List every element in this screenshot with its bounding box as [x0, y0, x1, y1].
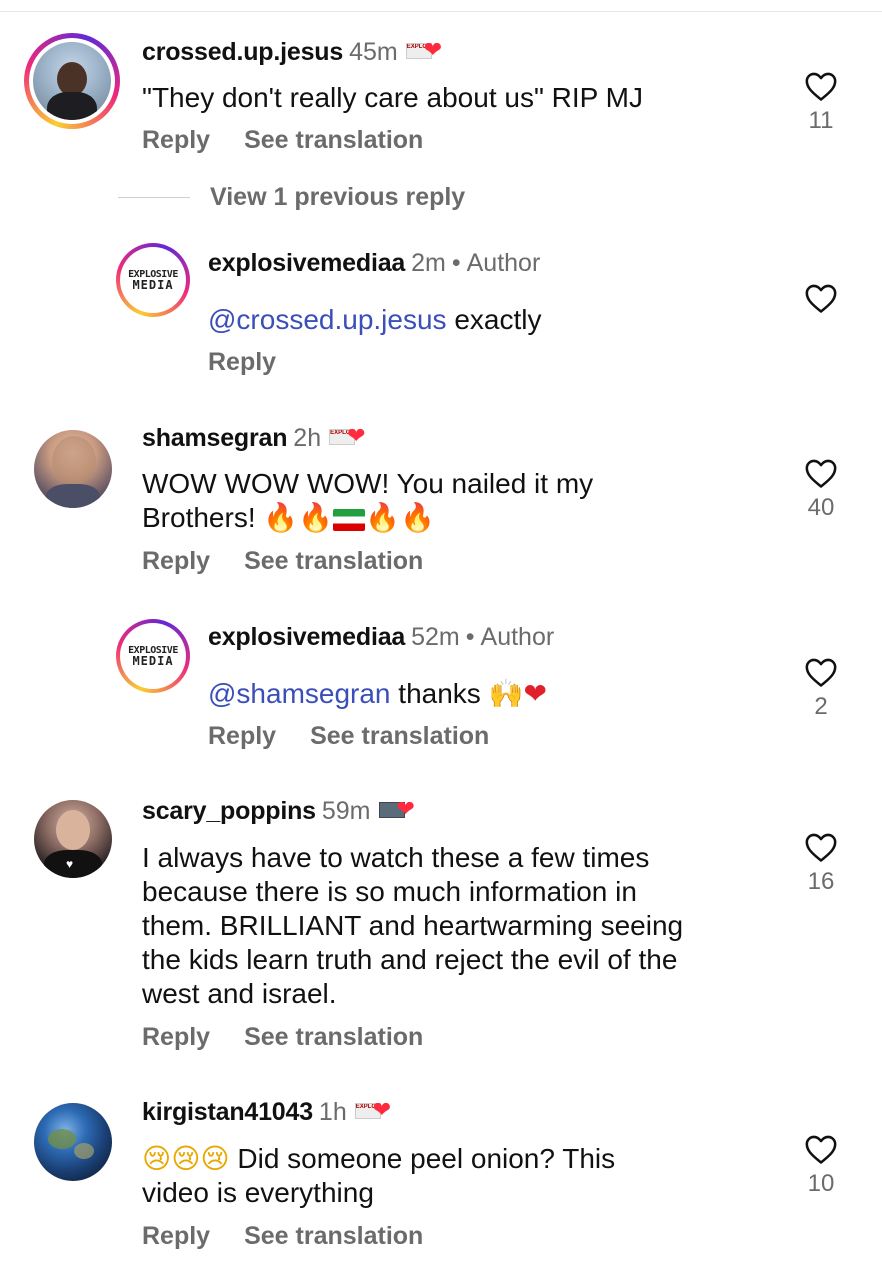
crying-face-emoji: 😢	[142, 1143, 172, 1174]
avatar-story-ring[interactable]	[24, 33, 120, 129]
heart-outline-icon	[805, 459, 837, 488]
comment-actions: Reply See translation	[142, 546, 457, 576]
liked-by-author-badge: EXPLOSIVE MEDIA❤	[405, 37, 443, 63]
like-count: 40	[807, 494, 835, 521]
comment-text: @shamsegran thanks 🙌❤	[208, 678, 547, 709]
like-button[interactable]: 16	[796, 831, 846, 897]
divider-line	[118, 197, 190, 198]
top-divider	[0, 11, 882, 12]
timestamp: 1h	[318, 1098, 347, 1126]
heart-outline-icon	[805, 658, 837, 687]
comment-actions: Reply See translation	[208, 721, 523, 751]
username[interactable]: scary_poppins	[142, 797, 316, 825]
username[interactable]: explosivemediaa	[208, 249, 405, 277]
avatar[interactable]	[34, 430, 112, 508]
view-previous-replies[interactable]: View 1 previous reply	[118, 183, 465, 212]
timestamp: 2m	[411, 249, 446, 277]
like-count: 10	[807, 1170, 835, 1197]
view-previous-label: View 1 previous reply	[210, 183, 466, 211]
fire-emoji: 🔥	[400, 502, 435, 533]
heart-icon: ❤	[372, 1097, 392, 1123]
see-translation-button[interactable]: See translation	[310, 722, 489, 750]
comment-text: I always have to watch these a few times…	[142, 842, 684, 1009]
timestamp: 52m	[411, 623, 460, 651]
timestamp: 59m	[321, 797, 371, 825]
fire-emoji: 🔥	[263, 502, 299, 533]
liked-by-author-badge: ❤	[378, 796, 425, 822]
username[interactable]: shamsegran	[142, 424, 287, 452]
comment-text: WOW WOW WOW! You nailed it my Brothers! …	[142, 468, 594, 533]
fire-emoji: 🔥	[365, 502, 401, 533]
comment-header: shamsegran2h EXPLOSIVE MEDIA❤	[142, 423, 375, 453]
comment-text: "They don't really care about us" RIP MJ	[142, 82, 643, 113]
reply-button[interactable]: Reply	[142, 1023, 210, 1051]
timestamp: 2h	[293, 424, 322, 452]
explosive-media-logo: EXPLOSIVE MEDIA	[128, 645, 178, 668]
like-count: 16	[807, 868, 835, 895]
see-translation-button[interactable]: See translation	[244, 1222, 423, 1250]
like-button[interactable]: 11	[796, 70, 846, 136]
avatar-story-ring[interactable]: EXPLOSIVE MEDIA	[116, 243, 190, 317]
iran-flag-emoji	[333, 508, 366, 531]
mention-link[interactable]: @crossed.up.jesus	[208, 304, 447, 335]
username[interactable]: kirgistan41043	[142, 1098, 313, 1126]
author-label: Author	[480, 623, 555, 651]
see-translation-button[interactable]: See translation	[244, 1023, 423, 1051]
heart-outline-icon	[805, 1135, 837, 1164]
liked-by-author-badge: EXPLOSIVE MEDIA❤	[329, 423, 366, 449]
comment-header: kirgistan410431h EXPLOSIVE MEDIA❤	[142, 1097, 401, 1127]
username[interactable]: explosivemediaa	[208, 623, 405, 651]
comment-text: @crossed.up.jesus exactly	[208, 304, 542, 335]
liked-by-author-badge: EXPLOSIVE MEDIA❤	[354, 1097, 392, 1123]
comment-actions: Reply See translation	[142, 1221, 457, 1251]
comment-actions: Reply See translation	[142, 1022, 457, 1052]
fire-emoji: 🔥	[298, 502, 334, 533]
like-button[interactable]: 40	[796, 457, 846, 523]
like-button[interactable]	[796, 282, 846, 314]
username[interactable]: crossed.up.jesus	[142, 38, 343, 66]
heart-icon: ❤	[347, 423, 366, 449]
see-translation-button[interactable]: See translation	[244, 547, 423, 575]
heart-icon: ❤	[423, 37, 443, 63]
avatar	[33, 42, 111, 120]
raised-hands-emoji: 🙌	[488, 678, 524, 709]
avatar-story-ring[interactable]: EXPLOSIVE MEDIA	[116, 619, 190, 693]
crying-face-emoji: 😢	[200, 1143, 230, 1174]
heart-outline-icon	[805, 284, 837, 313]
reply-button[interactable]: Reply	[208, 722, 276, 750]
comment-header: scary_poppins 59m ❤	[142, 796, 425, 826]
timestamp: 45m	[349, 38, 398, 66]
heart-outline-icon	[805, 72, 837, 101]
avatar[interactable]	[34, 1103, 112, 1181]
reply-button[interactable]: Reply	[142, 126, 210, 154]
comment-header: explosivemediaa 2m • Author	[208, 249, 541, 277]
comment-text: 😢😢😢 Did someone peel onion? This video i…	[142, 1143, 616, 1208]
comment-header: explosivemediaa 52m • Author	[208, 623, 555, 651]
comment-actions: Reply	[208, 347, 310, 377]
explosive-media-logo: EXPLOSIVE MEDIA	[128, 269, 178, 292]
crying-face-emoji: 😢	[171, 1143, 201, 1174]
like-button[interactable]: 2	[796, 656, 846, 722]
author-label: Author	[466, 249, 541, 277]
reply-button[interactable]: Reply	[142, 547, 210, 575]
comment-actions: Reply See translation	[142, 125, 457, 155]
avatar[interactable]: ♥	[34, 800, 112, 878]
heart-icon: ❤	[396, 796, 415, 822]
mention-link[interactable]: @shamsegran	[208, 678, 391, 709]
like-count: 11	[808, 107, 834, 134]
like-button[interactable]: 10	[796, 1133, 846, 1199]
reply-button[interactable]: Reply	[208, 348, 276, 376]
like-count: 2	[814, 693, 828, 720]
heart-icon: ❤	[523, 678, 547, 709]
see-translation-button[interactable]: See translation	[244, 126, 423, 154]
reply-button[interactable]: Reply	[142, 1222, 210, 1250]
comment-header: crossed.up.jesus45m EXPLOSIVE MEDIA❤	[142, 37, 452, 67]
heart-outline-icon	[805, 833, 837, 862]
